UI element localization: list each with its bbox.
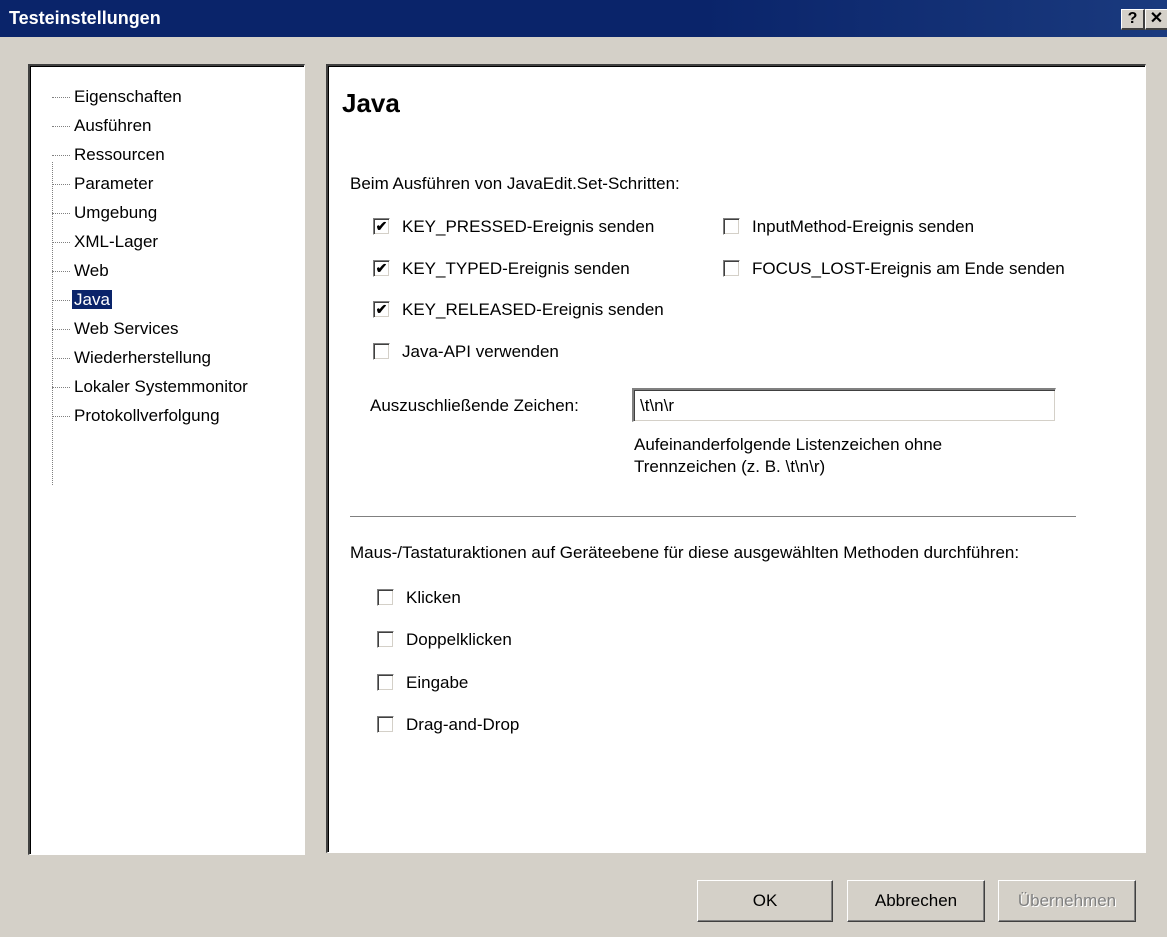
checkbox-label: FOCUS_LOST-Ereignis am Ende senden <box>752 259 1065 278</box>
tree-item-label: Eigenschaften <box>74 87 182 106</box>
exclude-chars-input[interactable] <box>632 388 1056 422</box>
checkbox-box[interactable] <box>377 716 394 733</box>
tree-item-xml-lager[interactable]: XML-Lager <box>52 230 160 254</box>
tree-dots <box>52 213 70 215</box>
tree-item-label: Ressourcen <box>74 145 165 164</box>
checkbox-box[interactable]: ✔ <box>373 301 390 318</box>
tree-item-java[interactable]: Java <box>52 288 112 312</box>
tree-item-label: Lokaler Systemmonitor <box>74 377 248 396</box>
device-level-section-label: Maus-/Tastaturaktionen auf Geräteebene f… <box>350 543 1020 562</box>
checkbox-box[interactable] <box>723 260 740 277</box>
tree-item-web[interactable]: Web <box>52 259 111 283</box>
tree-item-web-services[interactable]: Web Services <box>52 317 181 341</box>
checkbox-box[interactable]: ✔ <box>373 218 390 235</box>
tree-item-ressourcen[interactable]: Ressourcen <box>52 143 167 167</box>
checkbox-box[interactable] <box>377 631 394 648</box>
tree-dots <box>52 416 70 418</box>
tree-item-label: Umgebung <box>74 203 158 222</box>
tree-item-ausfuehren[interactable]: Ausführen <box>52 114 154 138</box>
checkbox-label: Klicken <box>406 588 461 607</box>
java-settings-panel: Java Beim Ausführen von JavaEdit.Set-Sch… <box>326 64 1146 853</box>
tree-item-protokollverfolgung[interactable]: Protokollverfolgung <box>52 404 222 428</box>
tree-item-label: Web Services <box>74 319 179 338</box>
method-drag-drop-checkbox[interactable]: Drag-and-Drop <box>377 714 577 736</box>
key-pressed-checkbox[interactable]: ✔ KEY_PRESSED-Ereignis senden <box>373 216 693 238</box>
help-icon[interactable]: ? <box>1121 9 1145 30</box>
tree-item-label: XML-Lager <box>74 232 159 251</box>
javaedit-section-label: Beim Ausführen von JavaEdit.Set-Schritte… <box>350 174 680 193</box>
cancel-button[interactable]: Abbrechen <box>847 880 985 922</box>
tree-item-label: Java <box>72 290 112 309</box>
checkbox-box[interactable] <box>377 674 394 691</box>
title-bar[interactable]: Testeinstellungen ? ✕ <box>0 0 1167 37</box>
hint-line: Trennzeichen (z. B. \t\n\r) <box>634 457 826 476</box>
tree-item-label: Ausführen <box>74 116 152 135</box>
tree-item-umgebung[interactable]: Umgebung <box>52 201 159 225</box>
method-input-checkbox[interactable]: Eingabe <box>377 672 577 694</box>
method-doubleclick-checkbox[interactable]: Doppelklicken <box>377 629 577 651</box>
apply-button[interactable]: Übernehmen <box>998 880 1136 922</box>
checkbox-box[interactable] <box>723 218 740 235</box>
checkbox-box[interactable] <box>377 589 394 606</box>
checkbox-label: InputMethod-Ereignis senden <box>752 217 975 236</box>
ok-button[interactable]: OK <box>697 880 833 922</box>
checkbox-label: Java-API verwenden <box>402 342 559 361</box>
hint-line: Aufeinanderfolgende Listenzeichen ohne <box>634 435 943 454</box>
checkbox-box[interactable] <box>373 343 390 360</box>
tree-dots <box>52 329 70 331</box>
window-title: Testeinstellungen <box>9 8 161 28</box>
checkbox-label: KEY_TYPED-Ereignis senden <box>402 259 630 278</box>
page-title: Java <box>342 88 400 118</box>
checkbox-label: Doppelklicken <box>406 630 512 649</box>
checkbox-label: KEY_PRESSED-Ereignis senden <box>402 217 655 236</box>
java-api-checkbox[interactable]: Java-API verwenden <box>373 341 633 363</box>
tree-item-label: Parameter <box>74 174 154 193</box>
tree-item-label: Web <box>74 261 109 280</box>
tree-dots <box>52 387 70 389</box>
settings-tree[interactable]: Eigenschaften Ausführen Ressourcen Param… <box>28 64 305 855</box>
checkbox-box[interactable]: ✔ <box>373 260 390 277</box>
method-click-checkbox[interactable]: Klicken <box>377 587 577 609</box>
tree-dots <box>52 155 70 157</box>
exclude-chars-label: Auszuschließende Zeichen: <box>370 396 579 415</box>
section-separator <box>350 516 1076 518</box>
tree-dots <box>52 300 70 302</box>
checkbox-label: Eingabe <box>406 673 469 692</box>
tree-dots <box>52 358 70 360</box>
tree-dots <box>52 242 70 244</box>
key-typed-checkbox[interactable]: ✔ KEY_TYPED-Ereignis senden <box>373 258 693 280</box>
tree-item-eigenschaften[interactable]: Eigenschaften <box>52 85 184 109</box>
exclude-chars-hint: Aufeinanderfolgende Listenzeichen ohne T… <box>634 434 942 478</box>
tree-dots <box>52 97 70 99</box>
tree-item-label: Wiederherstellung <box>74 348 212 367</box>
tree-dots <box>52 184 70 186</box>
checkbox-label: Drag-and-Drop <box>406 715 520 734</box>
tree-dots <box>52 126 70 128</box>
inputmethod-checkbox[interactable]: InputMethod-Ereignis senden <box>723 216 1033 238</box>
tree-item-label: Protokollverfolgung <box>74 406 220 425</box>
checkbox-label: KEY_RELEASED-Ereignis senden <box>402 300 664 319</box>
focus-lost-checkbox[interactable]: FOCUS_LOST-Ereignis am Ende senden <box>723 258 1123 280</box>
tree-dots <box>52 271 70 273</box>
tree-item-lokaler-systemmonitor[interactable]: Lokaler Systemmonitor <box>52 375 250 399</box>
key-released-checkbox[interactable]: ✔ KEY_RELEASED-Ereignis senden <box>373 299 713 321</box>
close-icon[interactable]: ✕ <box>1145 9 1167 30</box>
tree-item-parameter[interactable]: Parameter <box>52 172 155 196</box>
tree-item-wiederherstellung[interactable]: Wiederherstellung <box>52 346 213 370</box>
